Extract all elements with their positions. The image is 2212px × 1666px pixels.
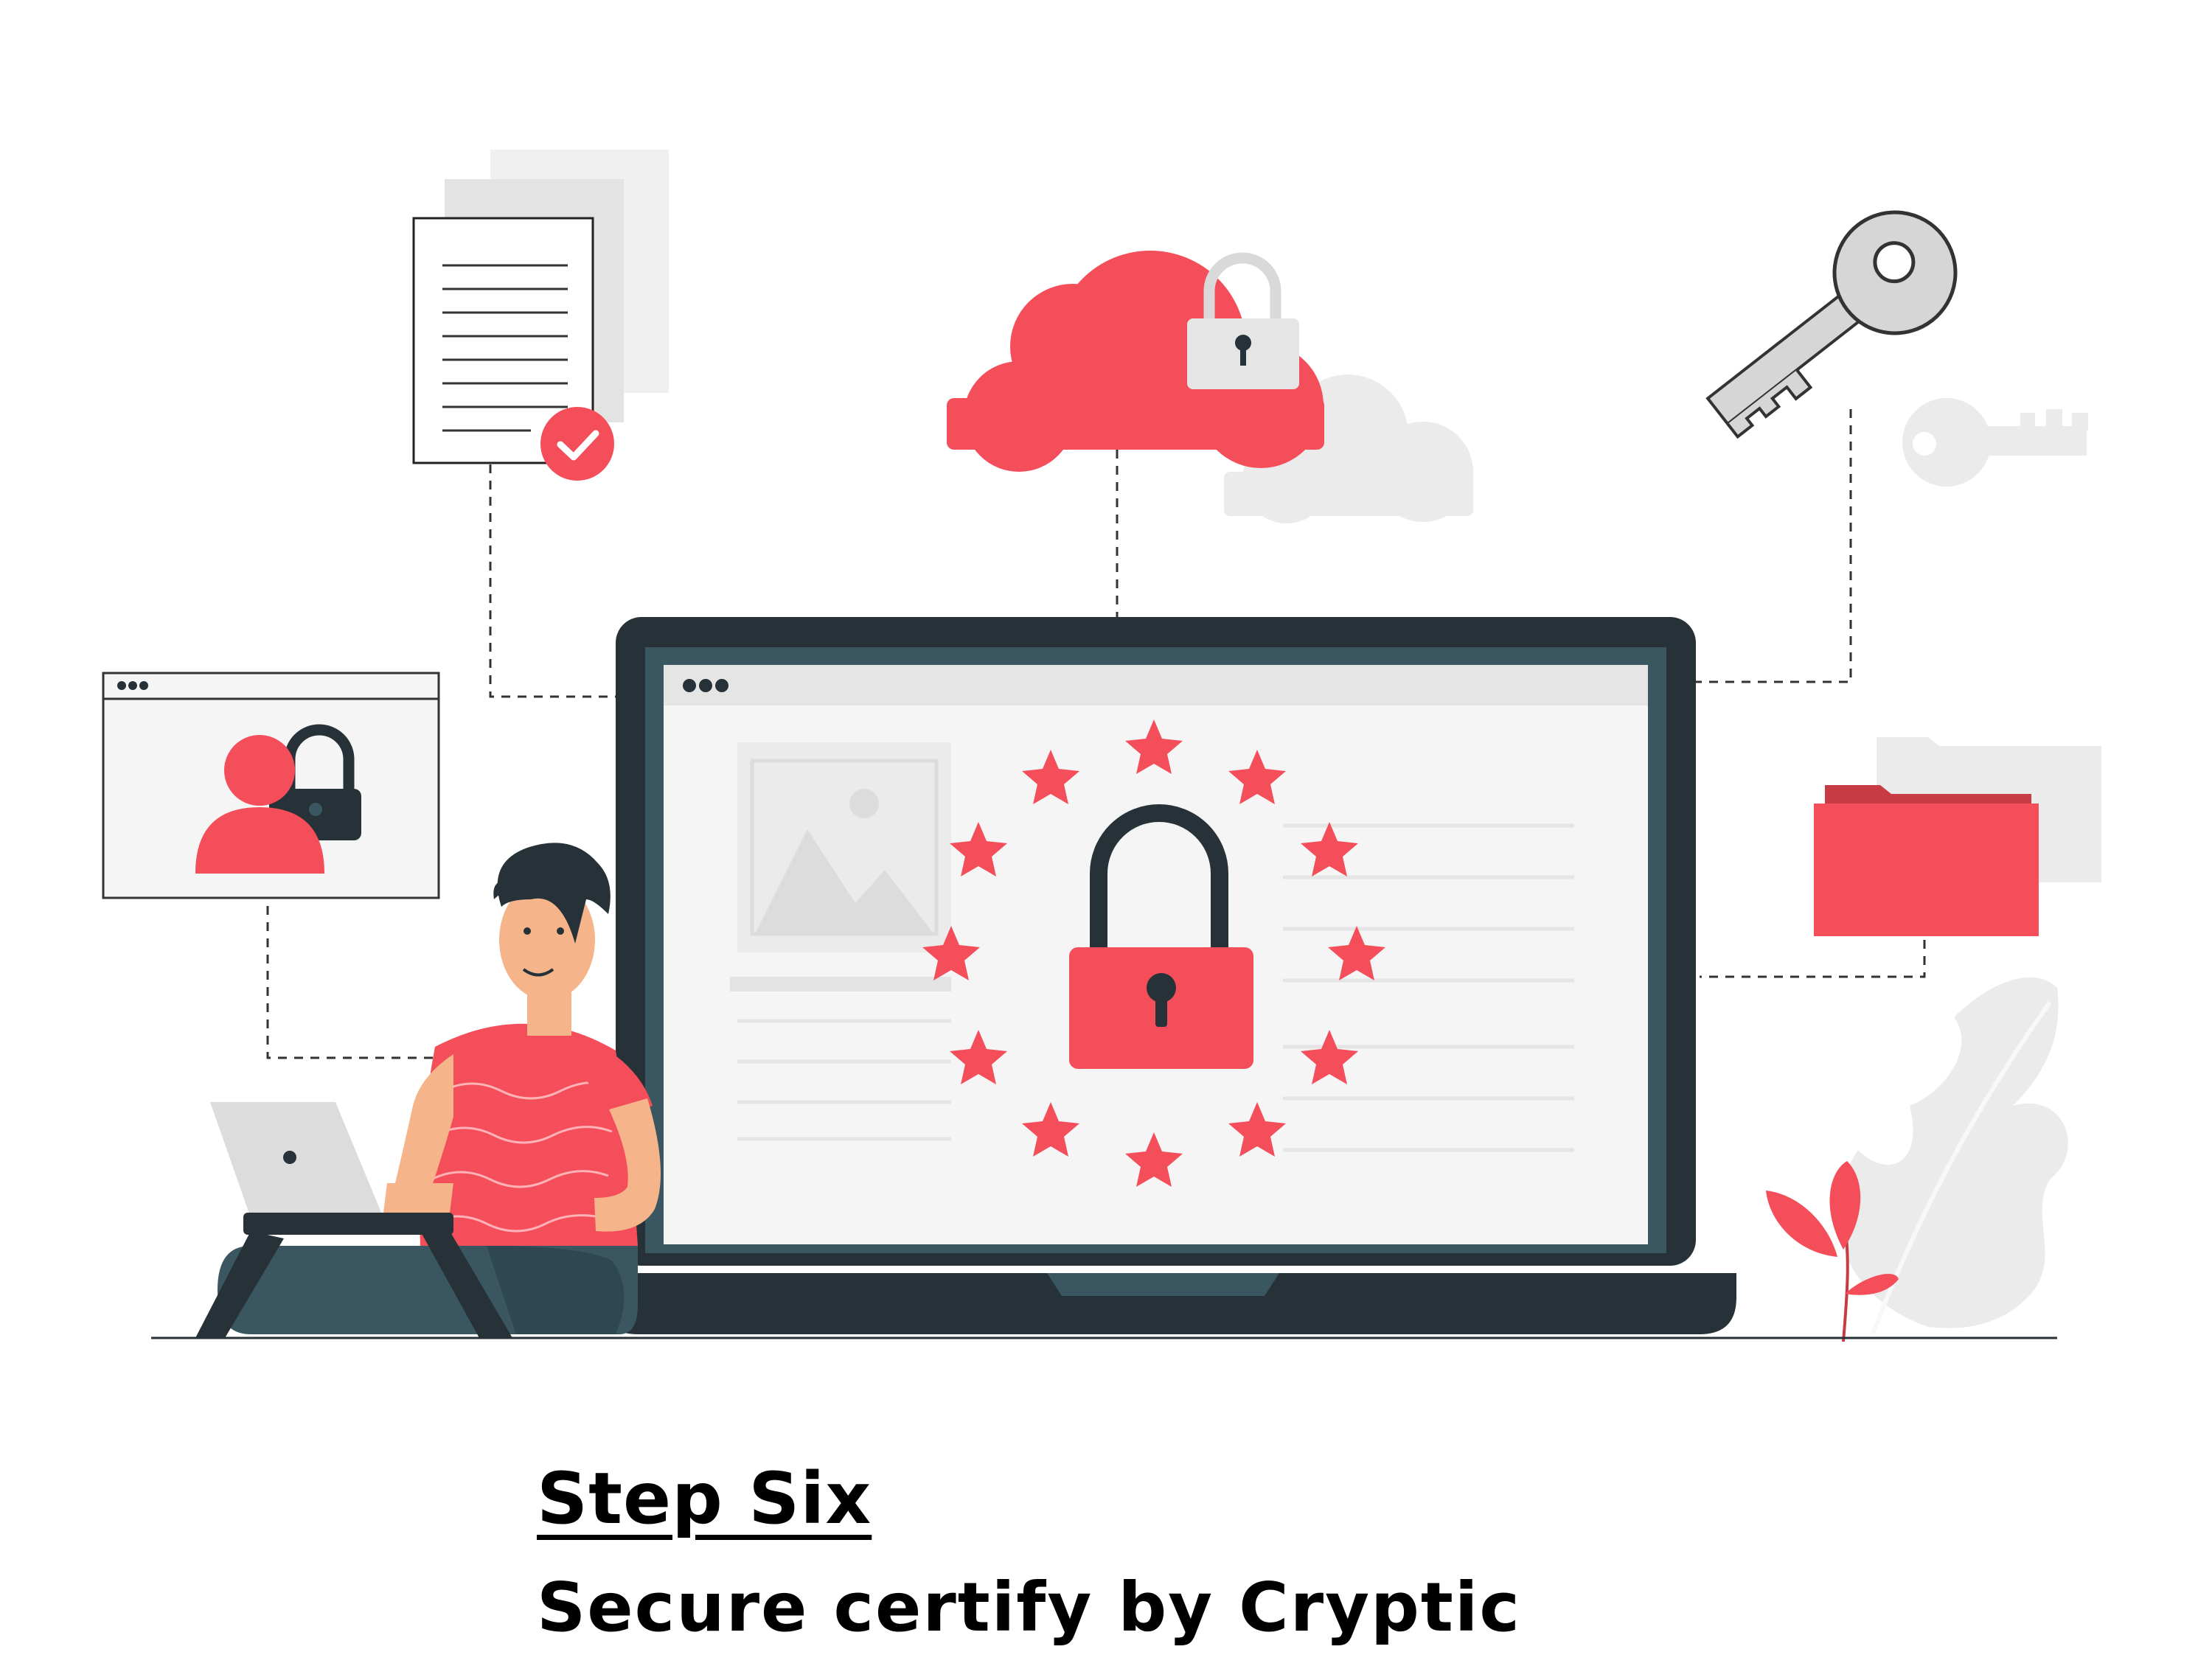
plant-decoration — [1766, 977, 2068, 1342]
document-stack-icon — [412, 150, 669, 464]
security-illustration — [102, 150, 2101, 1342]
background-key-icon — [1902, 398, 2088, 487]
step-title: Step Six — [537, 1457, 872, 1540]
user-lock-window — [102, 672, 440, 899]
check-badge-icon — [540, 407, 614, 481]
folder-icon — [1814, 785, 2039, 936]
step-subtitle: Secure certify by Cryptic — [537, 1568, 1521, 1647]
